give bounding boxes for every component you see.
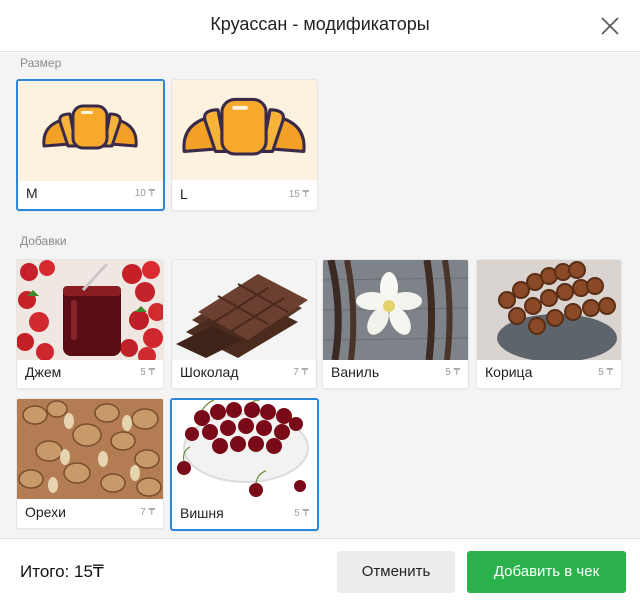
add-to-check-button[interactable]: Добавить в чек <box>467 551 626 593</box>
nuts-image <box>17 399 163 499</box>
addition-cherry[interactable]: Вишня 5 ₸ <box>170 398 319 531</box>
addition-nuts[interactable]: Орехи 7 ₸ <box>16 398 164 529</box>
order-total: Итого: 15₸ <box>20 562 104 581</box>
dialog-header: Круассан - модификаторы <box>0 0 640 52</box>
addition-name: Ваниль <box>331 364 380 380</box>
chocolate-image <box>172 260 316 360</box>
vanilla-image <box>323 260 468 360</box>
cherry-image <box>172 400 317 500</box>
close-icon[interactable] <box>598 14 622 38</box>
size-name: L <box>180 186 188 202</box>
size-option-l[interactable]: L 15 ₸ <box>171 79 318 211</box>
section-label-additions: Добавки <box>20 234 67 248</box>
modifiers-panel: Размер M 10 ₸ L 15 ₸ Добавки Джем 5 ₸ Шо… <box>0 53 640 538</box>
addition-cinnamon[interactable]: Корица 5 ₸ <box>476 259 622 389</box>
croissant-m-image <box>18 81 163 181</box>
addition-price: 7 ₸ <box>293 367 308 378</box>
addition-name: Орехи <box>25 504 66 520</box>
addition-price: 5 ₸ <box>598 367 613 378</box>
dialog-footer: Итого: 15₸ Отменить Добавить в чек <box>0 538 640 609</box>
size-name: M <box>26 185 38 201</box>
addition-price: 5 ₸ <box>445 367 460 378</box>
size-price: 10 ₸ <box>134 188 155 199</box>
size-option-m[interactable]: M 10 ₸ <box>16 79 165 211</box>
addition-name: Корица <box>485 364 533 380</box>
addition-price: 5 ₸ <box>140 367 155 378</box>
cinnamon-image <box>477 260 621 360</box>
addition-vanilla[interactable]: Ваниль 5 ₸ <box>322 259 469 389</box>
addition-name: Вишня <box>180 505 224 521</box>
size-price: 15 ₸ <box>288 189 309 200</box>
croissant-l-image <box>172 80 317 180</box>
cancel-button[interactable]: Отменить <box>337 551 455 593</box>
addition-price: 7 ₸ <box>140 507 155 518</box>
section-label-size: Размер <box>20 56 62 70</box>
addition-name: Шоколад <box>180 364 239 380</box>
addition-jam[interactable]: Джем 5 ₸ <box>16 259 164 389</box>
addition-price: 5 ₸ <box>294 508 309 519</box>
addition-name: Джем <box>25 364 62 380</box>
jam-image <box>17 260 163 360</box>
addition-chocolate[interactable]: Шоколад 7 ₸ <box>171 259 317 389</box>
dialog-title: Круассан - модификаторы <box>210 14 430 34</box>
